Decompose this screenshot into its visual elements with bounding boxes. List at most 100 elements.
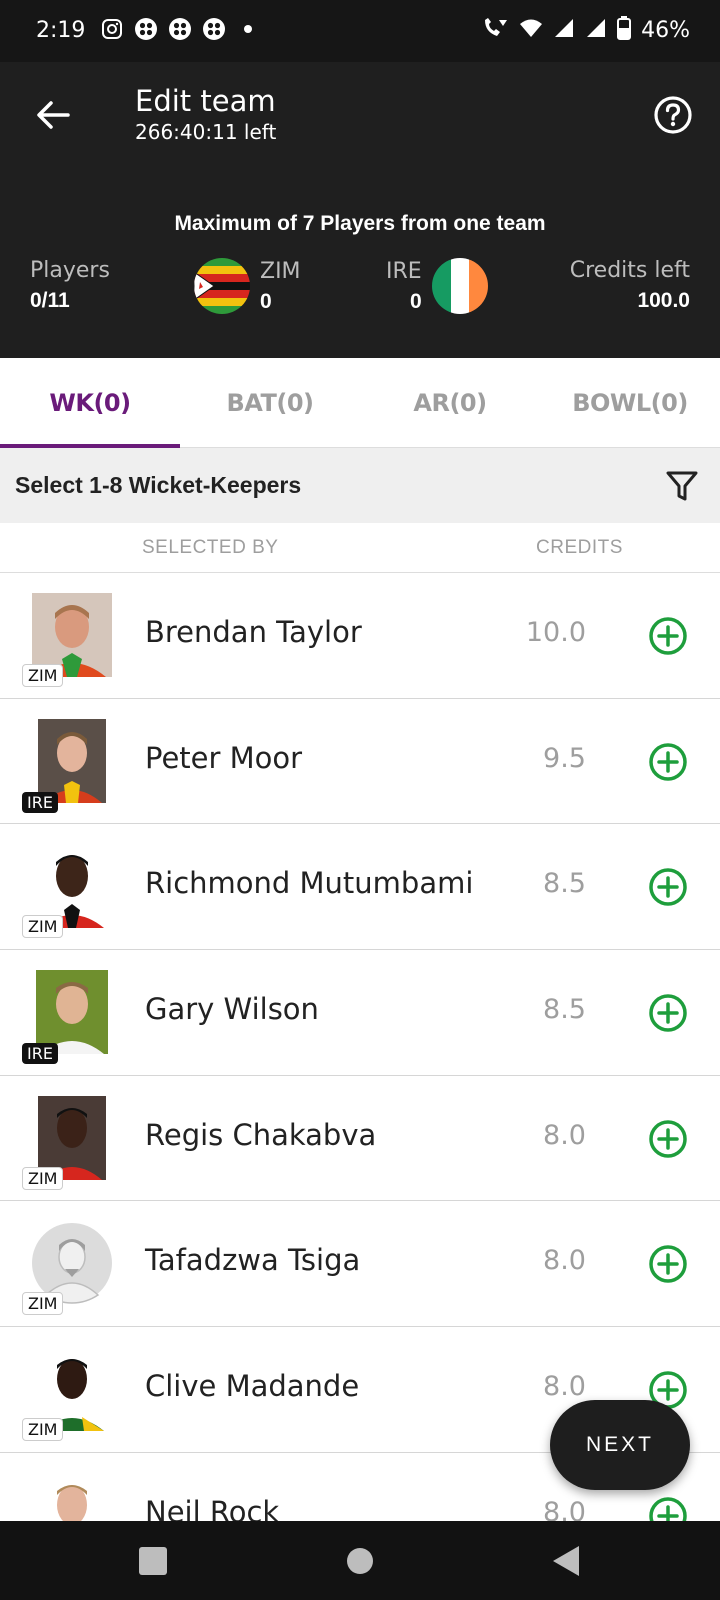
- back-button[interactable]: [30, 92, 76, 138]
- avatar: ZIM: [22, 844, 114, 939]
- tab-bowl[interactable]: BOWL(0): [540, 358, 720, 447]
- add-player-button[interactable]: [648, 993, 688, 1033]
- avatar: ZIM: [22, 593, 114, 687]
- home-button[interactable]: [342, 1543, 378, 1579]
- avatar: ZIM: [22, 1221, 114, 1316]
- app-icon: [202, 17, 226, 41]
- player-credits: 8.0: [543, 1245, 586, 1277]
- add-player-button[interactable]: [648, 1496, 688, 1521]
- avatar: IRE: [22, 718, 114, 813]
- player-list: ZIM Brendan Taylor 10.0 IRE Peter Moor 9…: [0, 573, 720, 1521]
- team-zim: ZIM 0: [194, 258, 301, 314]
- add-player-button[interactable]: [648, 1244, 688, 1284]
- recents-button[interactable]: [135, 1543, 171, 1579]
- player-name: Neil Rock: [145, 1494, 280, 1521]
- player-credits: 8.5: [543, 868, 586, 900]
- column-headers: SELECTED BY CREDITS: [0, 523, 720, 573]
- signal-icon: [585, 17, 607, 44]
- help-icon: [654, 96, 692, 134]
- player-name: Regis Chakabva: [145, 1117, 377, 1152]
- player-name: Clive Madande: [145, 1369, 360, 1404]
- player-credits: 8.0: [543, 1371, 586, 1403]
- time-left: 266:40:11 left: [135, 120, 277, 144]
- tab-ar[interactable]: AR(0): [360, 358, 540, 447]
- max-players-note: Maximum of 7 Players from one team: [174, 212, 546, 235]
- player-credits: 8.0: [543, 1119, 586, 1151]
- credits-stat: Credits left 100.0: [570, 258, 690, 313]
- list-item[interactable]: IRE Gary Wilson 8.5: [0, 950, 720, 1076]
- team-ire: IRE 0: [386, 258, 488, 314]
- status-system-icons: 46%: [481, 16, 690, 45]
- avatar: IRE: [22, 970, 114, 1065]
- player-name: Peter Moor: [145, 740, 303, 775]
- column-credits[interactable]: CREDITS: [536, 537, 623, 559]
- help-button[interactable]: [650, 92, 696, 138]
- add-player-button[interactable]: [648, 616, 688, 656]
- dot-icon: [236, 17, 260, 41]
- player-name: Tafadzwa Tsiga: [145, 1243, 361, 1278]
- role-tabs: WK(0) BAT(0) AR(0) BOWL(0): [0, 358, 720, 448]
- status-bar: 2:19 46%: [0, 0, 720, 62]
- players-stat: Players 0/11: [30, 258, 110, 313]
- selection-hint: Select 1-8 Wicket-Keepers: [15, 472, 302, 498]
- add-player-button[interactable]: [648, 867, 688, 907]
- system-nav-bar: [0, 1521, 720, 1600]
- circle-icon: [347, 1548, 373, 1574]
- player-credits: 8.5: [543, 994, 586, 1026]
- players-value: 0/11: [30, 289, 70, 312]
- triangle-back-icon: [553, 1546, 579, 1576]
- players-label: Players: [30, 258, 110, 283]
- credits-value: 100.0: [637, 289, 690, 312]
- zimbabwe-flag-icon: [194, 258, 250, 314]
- team-badge: IRE: [22, 791, 58, 813]
- status-notification-icons: [100, 17, 260, 41]
- team1-code: ZIM: [260, 258, 301, 284]
- square-icon: [139, 1547, 167, 1575]
- player-credits: 8.0: [543, 1496, 586, 1521]
- ireland-flag-icon: [431, 258, 488, 314]
- list-item[interactable]: ZIM Tafadzwa Tsiga 8.0: [0, 1201, 720, 1328]
- filter-button[interactable]: [662, 466, 702, 506]
- battery-icon: [617, 16, 632, 45]
- team-badge: ZIM: [22, 664, 64, 687]
- selection-hint-bar: Select 1-8 Wicket-Keepers: [0, 448, 720, 523]
- battery-percent: 46%: [641, 18, 690, 43]
- team-badge: IRE: [22, 1043, 58, 1065]
- avatar: ZIM: [22, 1095, 114, 1190]
- avatar: [28, 1472, 114, 1521]
- player-credits: 10.0: [525, 617, 586, 648]
- page-title: Edit team: [135, 84, 276, 118]
- title-block: Edit team 266:40:11 left: [135, 84, 276, 144]
- list-item[interactable]: ZIM Brendan Taylor 10.0: [0, 573, 720, 699]
- back-nav-button[interactable]: [548, 1543, 584, 1579]
- credits-label: Credits left: [569, 258, 690, 283]
- status-time: 2:19: [36, 18, 86, 43]
- player-name: Gary Wilson: [145, 992, 319, 1027]
- tab-bat[interactable]: BAT(0): [180, 358, 360, 447]
- team1-count: 0: [260, 289, 272, 313]
- instagram-icon: [100, 17, 124, 41]
- header: Edit team 266:40:11 left Maximum of 7 Pl…: [0, 62, 720, 358]
- avatar: ZIM: [22, 1347, 114, 1442]
- team-badge: ZIM: [22, 1166, 64, 1190]
- player-credits: 9.5: [543, 742, 586, 774]
- filter-icon: [666, 471, 698, 501]
- team2-count: 0: [410, 289, 422, 313]
- app-icon: [168, 17, 192, 41]
- next-button[interactable]: NEXT: [550, 1400, 690, 1490]
- list-item[interactable]: IRE Peter Moor 9.5: [0, 698, 720, 825]
- signal-icon: [553, 17, 575, 44]
- team-badge: ZIM: [22, 1292, 64, 1316]
- team2-code: IRE: [386, 258, 422, 284]
- column-selected-by[interactable]: SELECTED BY: [142, 537, 278, 559]
- player-name: Brendan Taylor: [145, 615, 362, 649]
- arrow-left-icon: [37, 101, 70, 129]
- list-item[interactable]: ZIM Regis Chakabva 8.0: [0, 1075, 720, 1202]
- add-player-button[interactable]: [648, 1119, 688, 1159]
- team-badge: ZIM: [22, 1418, 64, 1442]
- tab-wk[interactable]: WK(0): [0, 358, 180, 448]
- app-icon: [134, 17, 158, 41]
- add-player-button[interactable]: [648, 742, 688, 782]
- list-item[interactable]: ZIM Richmond Mutumbami 8.5: [0, 824, 720, 951]
- player-name: Richmond Mutumbami: [145, 866, 474, 901]
